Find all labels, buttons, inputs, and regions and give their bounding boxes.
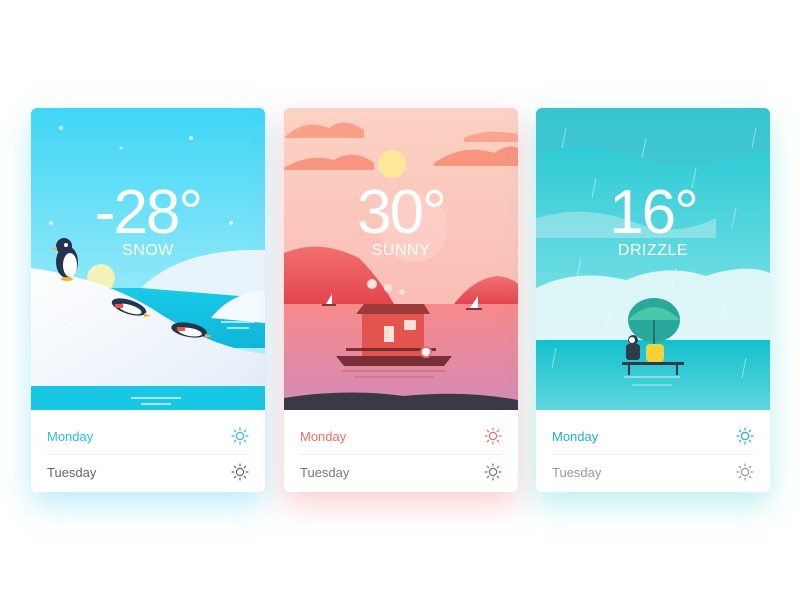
weather-card-snow[interactable]: -28° SNOW Monday Tuesday <box>31 108 265 492</box>
weather-condition: DRIZZLE <box>617 242 689 259</box>
sun-icon <box>736 463 754 481</box>
sun-icon <box>484 427 502 445</box>
forecast-row-monday[interactable]: Monday <box>47 418 249 455</box>
forecast-row-tuesday[interactable]: Tuesday <box>300 454 502 490</box>
forecast-row-tuesday[interactable]: Tuesday <box>47 454 249 490</box>
weather-card-sunny[interactable]: 30° SUNNY Monday Tuesday <box>284 108 518 492</box>
temperature-value: 30° <box>357 178 447 247</box>
forecast-day-label: Tuesday <box>47 464 97 480</box>
forecast-row-monday[interactable]: Monday <box>552 418 754 455</box>
sun-icon <box>736 427 754 445</box>
sun-icon <box>231 427 249 445</box>
sun-icon <box>231 463 249 481</box>
forecast-day-label: Tuesday <box>552 464 602 480</box>
forecast-list: Monday Tuesday <box>536 410 770 492</box>
forecast-day-label: Monday <box>300 428 347 444</box>
temperature-value: 16° <box>609 178 699 247</box>
temperature-value: -28° <box>94 178 203 247</box>
sun-icon <box>484 463 502 481</box>
forecast-row-monday[interactable]: Monday <box>300 418 502 455</box>
forecast-day-label: Monday <box>552 428 599 444</box>
forecast-list: Monday Tuesday <box>31 410 265 492</box>
weather-condition: SNOW <box>122 242 174 259</box>
forecast-day-label: Monday <box>47 428 94 444</box>
weather-condition: SUNNY <box>371 242 431 259</box>
forecast-day-label: Tuesday <box>300 464 350 480</box>
forecast-row-tuesday[interactable]: Tuesday <box>552 454 754 490</box>
weather-card-drizzle[interactable]: 16° DRIZZLE Monday Tuesday <box>536 108 770 492</box>
forecast-list: Monday Tuesday <box>284 410 518 492</box>
